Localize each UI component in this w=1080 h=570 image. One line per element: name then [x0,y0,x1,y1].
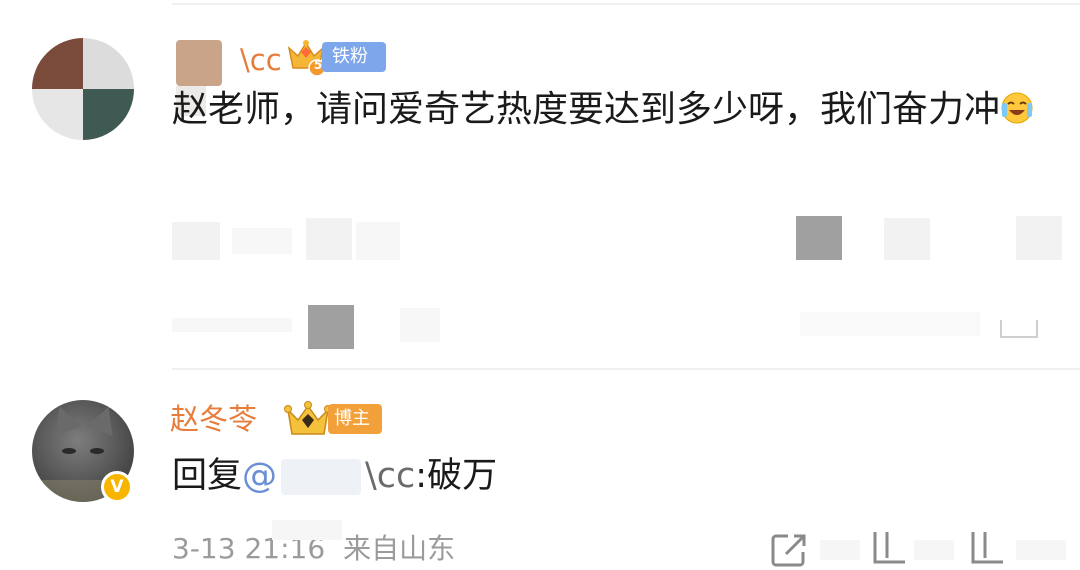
top-divider [172,3,1080,5]
blurred-meta [1016,540,1066,560]
blurred-icon [796,216,842,260]
blurred-meta [400,308,440,342]
reply-mention[interactable]: @ \cc [242,456,415,496]
crown-icon [284,401,332,435]
comment-location: 来自山东 [343,532,456,565]
blurred-meta [172,318,292,332]
username[interactable]: \cc [240,43,282,77]
username[interactable]: 赵冬苓 [170,402,257,436]
section-divider [172,368,1080,370]
blurred-icon [308,305,354,349]
reply-body: :破万 [415,456,498,496]
blurred-icon [1016,216,1062,260]
comment-icon[interactable] [872,530,912,566]
mention-tail: \cc [365,456,416,496]
blurred-meta [356,222,400,260]
blurred-meta [232,228,292,254]
blurred-meta [272,520,342,540]
fan-badge: 铁粉1 [322,42,386,97]
blurred-meta [172,222,220,260]
blurred-meta [914,540,954,560]
reply-text: 回复@ \cc:破万 [172,448,497,504]
like-icon[interactable] [970,530,1010,566]
avatar[interactable] [32,38,134,140]
verified-icon: V [101,471,133,503]
blurred-meta [800,312,980,336]
comment-body: 赵老师，请问爱奇艺热度要达到多少呀，我们奋力冲 [172,89,1001,130]
mention-blur [281,459,362,495]
reply-prefix: 回复 [172,456,243,496]
blurred-meta [820,540,860,560]
host-badge: 博主 [328,404,382,434]
blurred-icon [884,218,930,260]
share-icon[interactable] [770,532,810,568]
laugh-cry-emoji [1001,92,1033,124]
mention-at: @ [242,456,278,496]
blurred-icon [1000,320,1038,338]
blurred-meta [306,218,352,260]
comment-text: 赵老师，请问爱奇艺热度要达到多少呀，我们奋力冲 [172,77,1062,143]
